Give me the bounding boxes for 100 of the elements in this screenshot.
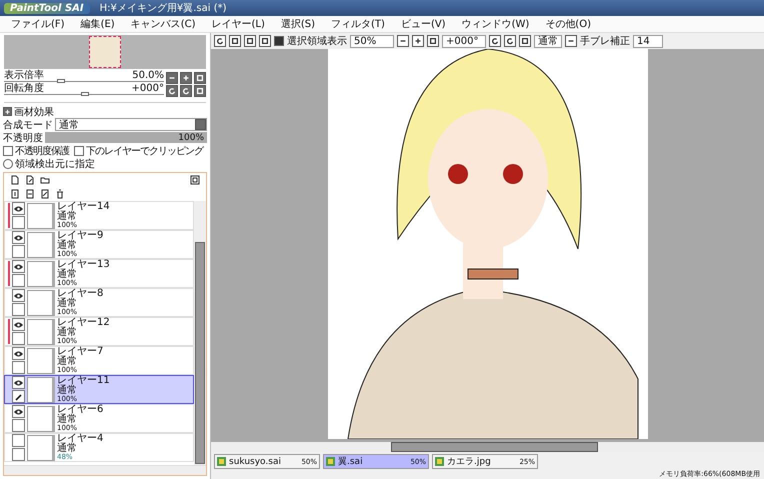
trash-icon[interactable] [55, 189, 65, 199]
menu-item[interactable]: ウィンドウ(W) [454, 17, 536, 31]
menu-item[interactable]: ファイル(F) [4, 17, 72, 31]
layer-name: レイヤー12 [57, 318, 110, 328]
stabilizer-select[interactable]: 14 [633, 34, 663, 48]
eye-icon [14, 292, 23, 298]
checkbox[interactable] [3, 146, 13, 156]
visibility-toggle[interactable] [12, 289, 25, 302]
layer-mode: 通常 [57, 299, 78, 308]
scroll-thumb[interactable] [195, 242, 205, 464]
mask-icon[interactable] [190, 175, 200, 185]
slider-label: 回転角度 [4, 84, 44, 94]
square-icon [196, 86, 204, 94]
toolbar-button[interactable] [259, 35, 271, 47]
lock-toggle[interactable] [12, 332, 25, 345]
checkbox-label: 下のレイヤーでクリッピング [86, 144, 203, 158]
angle-select[interactable]: +000° [442, 34, 486, 48]
visibility-toggle[interactable] [12, 260, 25, 273]
zoom-button[interactable] [427, 35, 439, 47]
visibility-toggle[interactable] [12, 202, 25, 215]
new-layer-icon[interactable] [25, 175, 35, 185]
menu-item[interactable]: フィルタ(T) [324, 17, 392, 31]
visibility-toggle[interactable] [12, 405, 25, 418]
rotate-button[interactable] [504, 35, 516, 47]
lock-toggle[interactable] [12, 216, 25, 229]
eye-icon [14, 264, 23, 270]
rotate-button[interactable] [489, 35, 501, 47]
menu-item[interactable]: キャンバス(C) [124, 17, 202, 31]
expand-button[interactable] [3, 107, 12, 116]
menu-item[interactable]: ビュー(V) [394, 17, 453, 31]
visibility-toggle[interactable] [12, 347, 25, 360]
slider-track[interactable] [4, 80, 164, 84]
pen-icon [14, 392, 22, 400]
slider-thumb[interactable] [57, 78, 65, 82]
square-icon [246, 37, 254, 45]
menu-item[interactable]: レイヤー(L) [204, 17, 272, 31]
toolbar-button[interactable] [229, 35, 241, 47]
slider-label: 表示倍率 [4, 70, 44, 80]
layer-down-icon[interactable] [10, 189, 20, 199]
navigator-button[interactable] [194, 84, 206, 96]
radio-button[interactable] [3, 158, 13, 168]
layer-thumbnail [27, 434, 55, 460]
eye-icon [14, 234, 23, 240]
lock-toggle[interactable] [12, 274, 25, 287]
visibility-toggle[interactable] [12, 318, 25, 331]
menu-item[interactable]: 編集(E) [74, 17, 122, 31]
lock-toggle[interactable] [12, 303, 25, 316]
visibility-toggle[interactable] [12, 434, 25, 447]
menu-item[interactable]: その他(O) [538, 17, 598, 31]
zoom-button[interactable] [412, 35, 424, 47]
checkbox-label: 不透明度保護 [15, 144, 69, 158]
layer-thumbnail [27, 318, 55, 344]
layer-name: レイヤー6 [57, 405, 104, 415]
layer-name: レイヤー9 [57, 231, 104, 241]
square-icon [429, 37, 437, 45]
lock-toggle[interactable] [12, 245, 25, 258]
blend-label: 合成モード [3, 118, 53, 132]
visibility-toggle[interactable] [12, 231, 25, 244]
toolbar-button[interactable] [244, 35, 256, 47]
slider-track[interactable] [4, 94, 164, 98]
lock-toggle[interactable] [12, 419, 25, 432]
blend-select[interactable]: 通常 [534, 34, 562, 48]
menu-item[interactable]: 選択(S) [274, 17, 322, 31]
layer-merge-icon[interactable] [25, 189, 35, 199]
visibility-toggle[interactable] [12, 376, 25, 389]
rotate-button[interactable] [519, 35, 531, 47]
new-layer-icon[interactable] [10, 175, 20, 185]
layer-thumbnail [27, 290, 55, 316]
navigator-button[interactable] [194, 72, 206, 84]
zoom-select[interactable]: 50% [350, 34, 394, 48]
navigator-button[interactable] [166, 84, 178, 96]
zoom-button[interactable] [397, 35, 409, 47]
layer-thumbnail [27, 406, 55, 432]
layer-thumbnail [27, 376, 55, 402]
eye-icon [14, 206, 23, 212]
clear-icon[interactable] [40, 189, 50, 199]
toolbar-button[interactable] [214, 35, 226, 47]
flip-button[interactable] [565, 35, 577, 47]
lock-toggle[interactable] [12, 390, 25, 403]
navigator-button[interactable] [180, 84, 192, 96]
scrollbar[interactable] [194, 201, 206, 465]
lock-toggle[interactable] [12, 448, 25, 461]
layer-mode: 通常 [57, 415, 78, 424]
slider-thumb[interactable] [81, 92, 89, 96]
navigator-button[interactable] [166, 72, 178, 84]
canvas-thumbnail [89, 36, 121, 68]
layer-mode: 通常 [57, 357, 78, 366]
checkbox[interactable] [274, 36, 284, 46]
blend-select[interactable]: 通常 [55, 118, 207, 131]
scrollbar[interactable] [4, 465, 206, 475]
folder-icon[interactable] [40, 175, 50, 185]
opacity-bar[interactable]: 100% [45, 132, 207, 143]
square-icon [521, 37, 529, 45]
square-icon [261, 37, 269, 45]
scroll-thumb[interactable] [391, 442, 598, 452]
radio-label: 領域検出元に指定 [15, 158, 95, 170]
checkbox[interactable] [74, 146, 84, 156]
lock-toggle[interactable] [12, 361, 25, 374]
navigator-button[interactable] [180, 72, 192, 84]
square-icon [231, 37, 239, 45]
